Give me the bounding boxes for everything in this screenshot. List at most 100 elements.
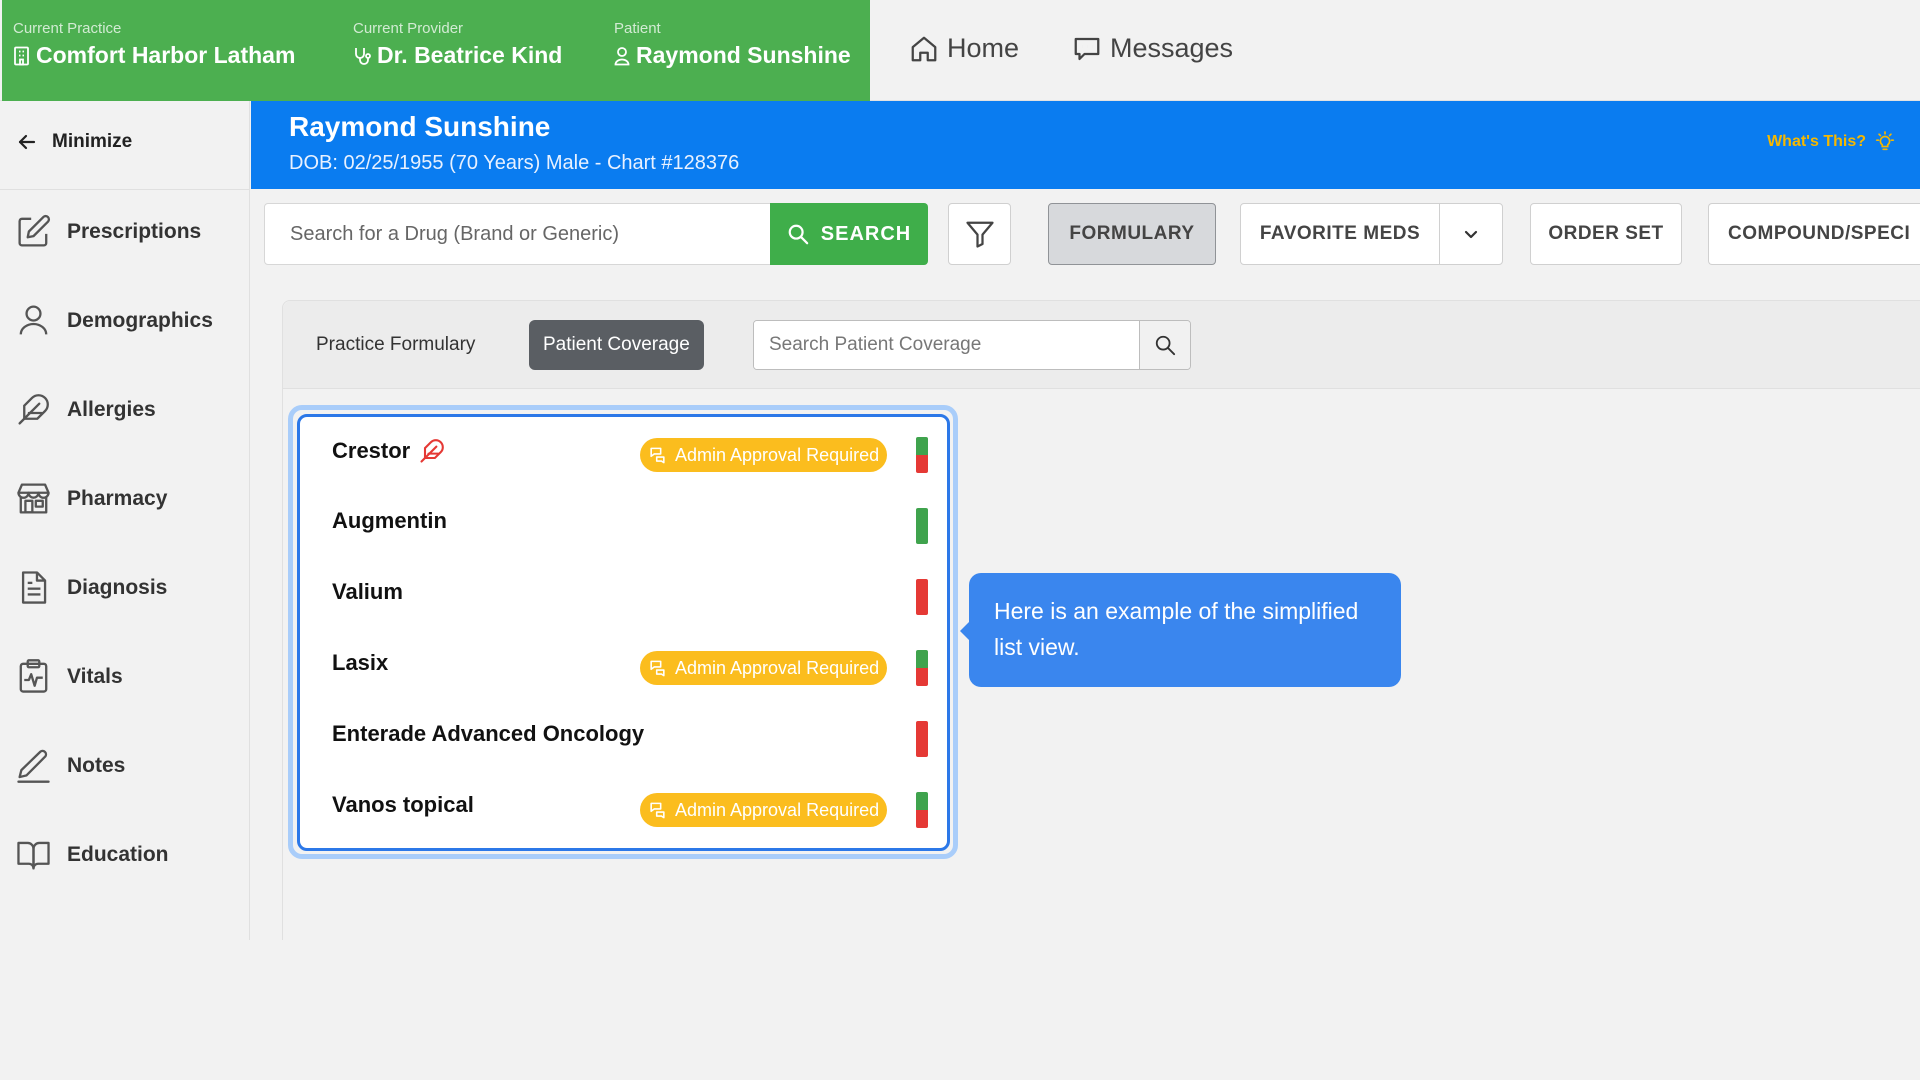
person-icon	[614, 46, 630, 65]
favorite-meds-button[interactable]: FAVORITE MEDS	[1240, 203, 1440, 265]
allergy-icon	[420, 439, 445, 463]
search-icon	[1155, 335, 1176, 356]
current-provider-label: Current Provider	[353, 20, 464, 37]
drug-name: Crestor	[332, 438, 411, 463]
sidebar-item-label: Education	[67, 842, 169, 866]
banner-patient-name: Raymond Sunshine	[289, 111, 551, 142]
sidebar-item-allergies[interactable]: Allergies	[15, 391, 156, 428]
chevron-down-icon	[1464, 230, 1478, 239]
drug-row-lasix[interactable]: Lasix Admin Approval Required	[300, 630, 947, 700]
arrow-left-icon	[18, 134, 36, 150]
sidebar-item-label: Prescriptions	[67, 219, 202, 243]
drug-row-crestor[interactable]: Crestor Admin Approval Required	[300, 417, 947, 487]
chat-bubble-icon	[1074, 37, 1100, 60]
tab-practice-formulary[interactable]: Practice Formulary	[302, 320, 489, 370]
badge-label: Admin Approval Required	[675, 799, 880, 820]
patient-banner: Raymond Sunshine DOB: 02/25/1955 (70 Yea…	[251, 101, 1920, 189]
coverage-status-indicator	[916, 650, 928, 686]
favorite-meds-dropdown[interactable]	[1439, 203, 1503, 265]
current-practice-label: Current Practice	[13, 20, 122, 37]
sidebar-item-label: Vitals	[67, 664, 123, 688]
storefront-icon	[17, 483, 50, 514]
messages-label: Messages	[1110, 33, 1234, 63]
current-provider-name: Dr. Beatrice Kind	[377, 42, 563, 68]
sidebar-item-diagnosis[interactable]: Diagnosis	[15, 569, 167, 606]
drug-name: Vanos topical	[332, 792, 474, 817]
sidebar-item-demographics[interactable]: Demographics	[15, 302, 213, 339]
stethoscope-icon	[355, 47, 371, 65]
drug-row-augmentin[interactable]: Augmentin	[300, 488, 947, 558]
lightbulb-icon	[1875, 131, 1895, 151]
drug-name: Lasix	[332, 650, 389, 675]
banner-patient-info: DOB: 02/25/1955 (70 Years) Male - Chart …	[289, 152, 740, 174]
drug-list-card: Crestor Admin Approval Required Augmenti…	[297, 414, 950, 851]
book-icon	[17, 841, 50, 870]
sidebar-item-education[interactable]: Education	[15, 836, 169, 873]
patient-label: Patient	[614, 20, 661, 37]
filter-button[interactable]	[948, 203, 1011, 265]
search-button[interactable]: SEARCH	[770, 203, 928, 265]
drug-name: Augmentin	[332, 508, 447, 533]
coverage-status-indicator	[916, 579, 928, 615]
coverage-status-indicator	[916, 508, 928, 544]
sidebar-item-notes[interactable]: Notes	[15, 747, 125, 784]
drug-row-valium[interactable]: Valium	[300, 559, 947, 629]
current-patient[interactable]: Patient Raymond Sunshine	[614, 20, 851, 69]
sidebar-item-label: Allergies	[67, 397, 156, 421]
current-practice-name: Comfort Harbor Latham	[36, 42, 296, 68]
drug-search-input[interactable]	[264, 203, 772, 265]
walkthrough-tooltip: Here is an example of the simplified lis…	[960, 573, 1401, 687]
drug-name: Valium	[332, 579, 403, 604]
order-set-button[interactable]: ORDER SET	[1530, 203, 1682, 265]
formulary-panel-header: Practice Formulary Patient Coverage	[283, 301, 1920, 389]
whats-this-link[interactable]: What's This?	[1767, 131, 1896, 153]
sidebar-item-label: Demographics	[67, 308, 213, 332]
building-icon	[14, 46, 29, 65]
pencil-icon	[17, 749, 50, 783]
admin-approval-badge: Admin Approval Required	[640, 793, 888, 827]
drug-row-enterade[interactable]: Enterade Advanced Oncology	[300, 701, 947, 771]
document-icon	[21, 571, 47, 604]
search-icon	[788, 224, 809, 245]
messages-link[interactable]: Messages	[1072, 33, 1233, 64]
minimize-label: Minimize	[52, 131, 133, 152]
coverage-status-indicator	[916, 437, 928, 473]
sidebar-divider	[0, 189, 250, 190]
coverage-status-indicator	[916, 721, 928, 757]
drug-name: Enterade Advanced Oncology	[332, 721, 645, 746]
sidebar-item-prescriptions[interactable]: Prescriptions	[15, 213, 201, 250]
patient-name: Raymond Sunshine	[636, 42, 851, 68]
sidebar-item-pharmacy[interactable]: Pharmacy	[15, 480, 167, 517]
sidebar-item-label: Diagnosis	[67, 575, 168, 599]
home-link[interactable]: Home	[909, 33, 1019, 64]
context-bar: Current Practice Comfort Harbor Latham C…	[2, 0, 870, 101]
home-icon	[911, 36, 937, 61]
coverage-search-input[interactable]	[754, 321, 1140, 369]
home-label: Home	[947, 33, 1020, 63]
sidebar-item-label: Pharmacy	[67, 486, 168, 510]
top-bar: Current Practice Comfort Harbor Latham C…	[0, 0, 1920, 101]
prescription-pen-icon	[18, 214, 51, 247]
person-icon	[19, 305, 48, 335]
admin-approval-badge: Admin Approval Required	[640, 438, 888, 472]
current-provider[interactable]: Current Provider Dr. Beatrice Kind	[353, 20, 562, 69]
clipboard-pulse-icon	[19, 659, 48, 693]
coverage-search-button[interactable]	[1139, 321, 1190, 369]
approval-icon	[650, 660, 665, 676]
coverage-search	[753, 320, 1191, 370]
current-practice[interactable]: Current Practice Comfort Harbor Latham	[13, 20, 295, 69]
sidebar: Minimize Prescriptions Demographics Alle…	[0, 101, 250, 940]
badge-label: Admin Approval Required	[675, 444, 880, 465]
search-button-label: SEARCH	[820, 222, 912, 245]
sidebar-item-vitals[interactable]: Vitals	[15, 658, 123, 695]
approval-icon	[650, 802, 665, 818]
tab-patient-coverage[interactable]: Patient Coverage	[529, 320, 704, 370]
badge-label: Admin Approval Required	[675, 657, 880, 678]
minimize-button[interactable]: Minimize	[18, 131, 132, 153]
feather-icon	[18, 394, 49, 425]
sidebar-item-label: Notes	[67, 753, 126, 777]
compound-button[interactable]: COMPOUND/SPECI	[1708, 203, 1920, 265]
approval-icon	[650, 447, 665, 463]
formulary-button[interactable]: FORMULARY	[1048, 203, 1216, 265]
drug-row-vanos[interactable]: Vanos topical Admin Approval Required	[300, 772, 947, 842]
